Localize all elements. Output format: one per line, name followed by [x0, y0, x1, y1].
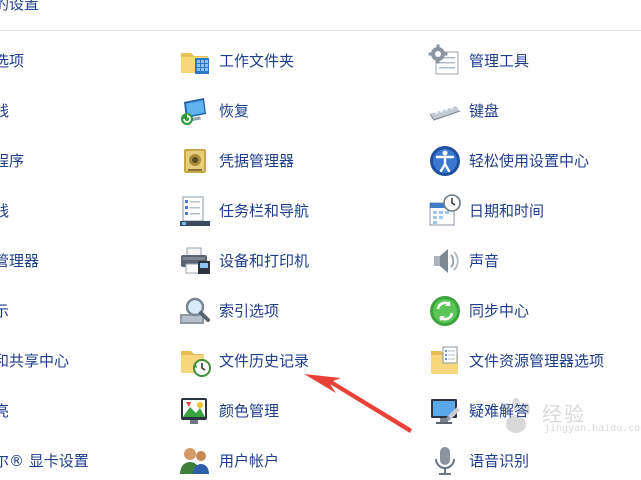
cp-item-label: 设备和打印机	[219, 252, 310, 270]
cp-item-label: 语音识别	[469, 452, 530, 470]
cp-item-work-folders[interactable]: 工作文件夹	[178, 42, 294, 80]
cp-item-keyboard[interactable]: 键盘	[428, 92, 499, 130]
cp-item-left-2[interactable]: 线	[0, 92, 9, 130]
paw-logo-icon	[502, 398, 530, 433]
cp-item-label: 示	[0, 302, 10, 320]
cp-item-color-management[interactable]: 颜色管理	[178, 392, 279, 430]
cp-item-sound[interactable]: 声音	[428, 242, 499, 280]
troubleshooting-icon	[428, 394, 462, 428]
cp-item-recovery[interactable]: 恢复	[178, 92, 249, 130]
cp-item-label: 任务栏和导航	[219, 202, 310, 220]
cp-item-left-8[interactable]: 亮	[0, 392, 9, 430]
devices-printers-icon	[178, 244, 212, 278]
cp-item-label: 工作文件夹	[219, 52, 295, 70]
cp-item-label: 程序	[0, 152, 25, 170]
cp-item-label: 轻松使用设置中心	[469, 152, 590, 170]
cp-item-label: 管理器	[0, 252, 40, 270]
cp-item-label: 文件资源管理器选项	[469, 352, 605, 370]
cp-item-folder-options[interactable]: 文件资源管理器选项	[428, 342, 604, 380]
cp-item-label: 和共享中心	[0, 352, 70, 370]
cp-item-label: 凭据管理器	[219, 152, 295, 170]
color-management-icon	[178, 394, 212, 428]
baidu-jingyan-watermark: 经验 jingyan.baidu.com	[492, 393, 641, 441]
cp-item-label: 文件历史记录	[219, 352, 310, 370]
cp-item-ease-of-access[interactable]: 轻松使用设置中心	[428, 142, 589, 180]
page-header: 的设置	[0, 0, 641, 31]
recovery-icon	[178, 94, 212, 128]
cp-item-label: 键盘	[469, 102, 500, 120]
cp-item-label: 选项	[0, 52, 25, 70]
keyboard-icon	[428, 94, 462, 128]
cp-item-label: 恢复	[219, 102, 250, 120]
cp-item-speech-recognition[interactable]: 语音识别	[428, 442, 529, 480]
cp-item-sync-center[interactable]: 同步中心	[428, 292, 529, 330]
credential-manager-icon	[178, 144, 212, 178]
cp-item-left-7[interactable]: 和共享中心	[0, 342, 69, 380]
file-history-icon	[178, 344, 212, 378]
ease-of-access-icon	[428, 144, 462, 178]
sync-center-icon	[428, 294, 462, 328]
cp-item-label: 亮	[0, 402, 10, 420]
cp-item-admin-tools[interactable]: 管理工具	[428, 42, 529, 80]
cp-item-taskbar[interactable]: 任务栏和导航	[178, 192, 309, 230]
watermark-url: jingyan.baidu.com	[544, 423, 641, 434]
cp-item-left-5[interactable]: 管理器	[0, 242, 39, 280]
cp-item-left-9[interactable]: 尔® 显卡设置	[0, 442, 89, 480]
work-folders-icon	[178, 44, 212, 78]
cp-item-left-3[interactable]: 程序	[0, 142, 24, 180]
cp-item-indexing[interactable]: 索引选项	[178, 292, 279, 330]
cp-item-user-accounts[interactable]: 用户帐户	[178, 442, 279, 480]
cp-item-label: 管理工具	[469, 52, 530, 70]
cp-item-left-4[interactable]: 线	[0, 192, 9, 230]
cp-item-left-1[interactable]: 选项	[0, 42, 24, 80]
cp-item-label: 线	[0, 202, 10, 220]
user-accounts-icon	[178, 444, 212, 478]
sound-icon	[428, 244, 462, 278]
indexing-icon	[178, 294, 212, 328]
cp-item-label: 颜色管理	[219, 402, 280, 420]
cp-item-devices-printers[interactable]: 设备和打印机	[178, 242, 309, 280]
admin-tools-icon	[428, 44, 462, 78]
cp-item-label: 线	[0, 102, 10, 120]
cp-item-date-time[interactable]: 日期和时间	[428, 192, 544, 230]
date-time-icon	[428, 194, 462, 228]
cp-item-label: 日期和时间	[469, 202, 545, 220]
cp-item-label: 声音	[469, 252, 500, 270]
folder-options-icon	[428, 344, 462, 378]
cp-item-left-6[interactable]: 示	[0, 292, 9, 330]
taskbar-icon	[178, 194, 212, 228]
cp-item-credential-manager[interactable]: 凭据管理器	[178, 142, 294, 180]
cp-item-label: 尔® 显卡设置	[0, 452, 89, 470]
cp-item-label: 同步中心	[469, 302, 530, 320]
cp-item-file-history[interactable]: 文件历史记录	[178, 342, 309, 380]
page-title: 的设置	[0, 0, 40, 13]
speech-recognition-icon	[428, 444, 462, 478]
cp-item-label: 索引选项	[219, 302, 280, 320]
cp-item-label: 用户帐户	[219, 452, 280, 470]
